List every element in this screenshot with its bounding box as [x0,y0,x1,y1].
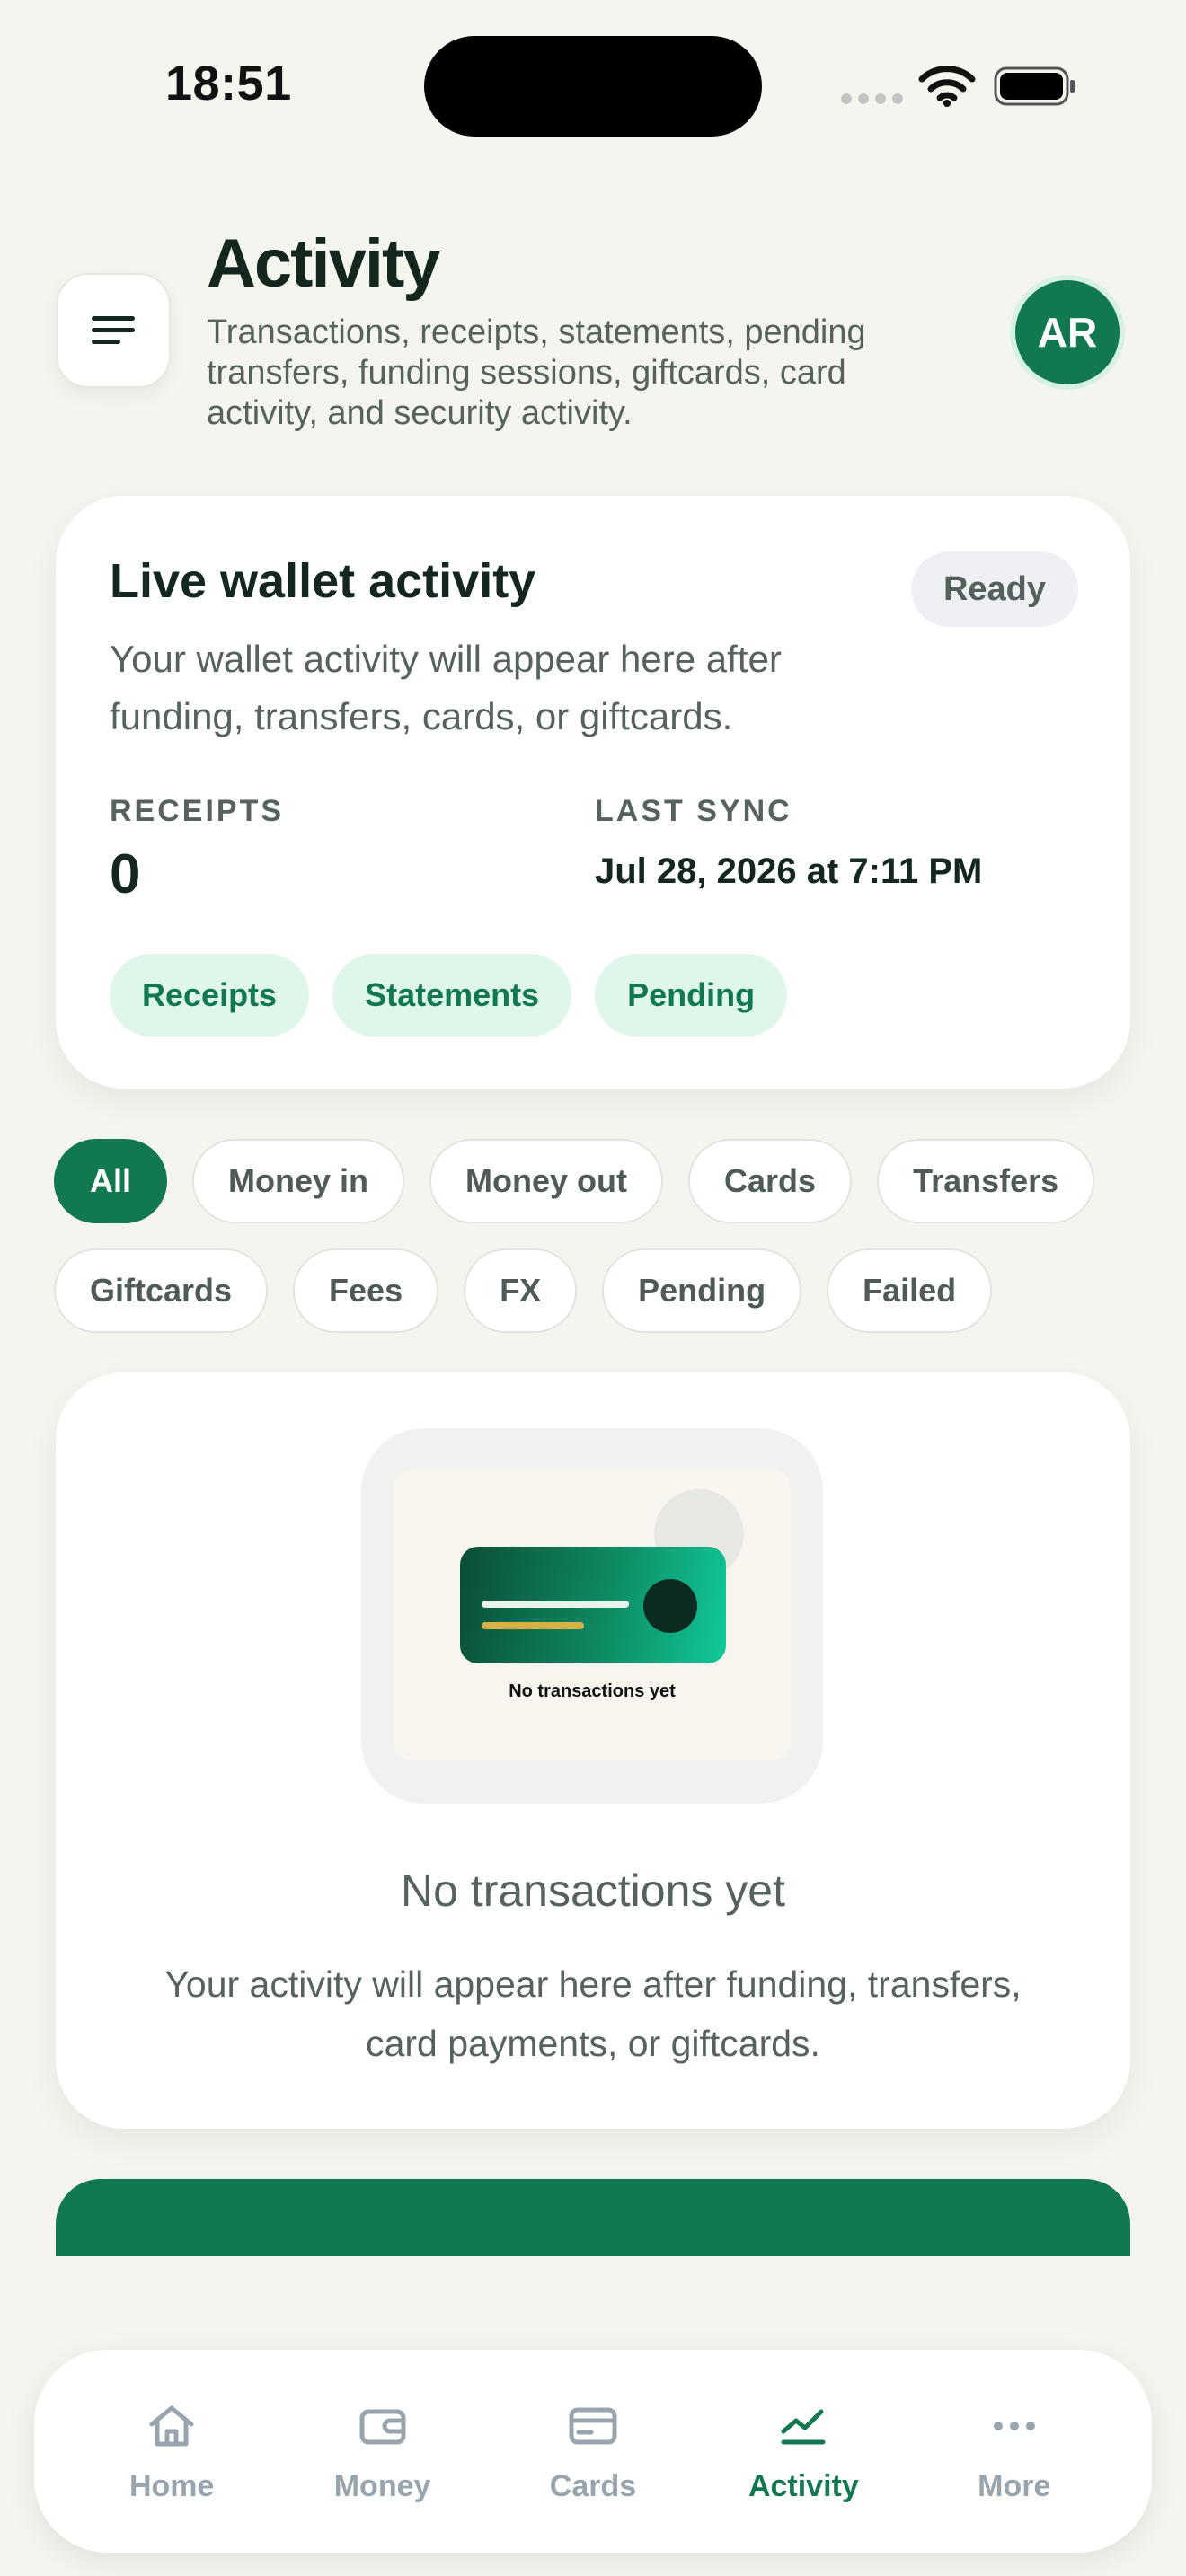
wallet-icon [356,2399,410,2453]
tab-label: Money [333,2468,431,2503]
filter-failed[interactable]: Failed [827,1248,993,1333]
illustration-panel: No transactions yet [394,1469,791,1760]
wifi-icon [918,66,976,107]
activity-icon [776,2399,830,2453]
filter-transfers[interactable]: Transfers [877,1139,1095,1223]
filter-giftcards[interactable]: Giftcards [54,1248,269,1333]
tab-bar: Home Money Cards Activity More [34,2350,1152,2553]
card-chip-icon [643,1579,697,1633]
filter-cards[interactable]: Cards [688,1139,853,1223]
scroll-clip: Open send money [0,2156,1186,2256]
empty-state-illustration: No transactions yet [361,1428,823,1804]
last-sync-value: Jul 28, 2026 at 7:11 PM [595,851,983,891]
last-sync-label: LAST SYNC [595,794,792,828]
tab-home[interactable]: Home [82,2399,261,2504]
wallet-quick-chips: Receipts Statements Pending [110,954,788,1037]
tab-cards[interactable]: Cards [503,2399,683,2504]
more-icon [987,2399,1041,2453]
filter-all[interactable]: All [54,1139,168,1223]
tab-label: Cards [549,2468,637,2503]
filter-row: All Money in Money out Cards Transfers [54,1139,1095,1223]
status-time: 18:51 [165,57,292,110]
card-illustration-icon [460,1547,726,1663]
receipts-label: RECEIPTS [110,794,285,828]
tab-label: More [978,2468,1051,2503]
wallet-activity-card: Live wallet activity Ready Your wallet a… [56,496,1130,1089]
pending-chip[interactable]: Pending [595,954,788,1037]
card-line [482,1601,629,1608]
empty-state-description: Your activity will appear here after fun… [164,1963,1022,2064]
open-send-money-button[interactable]: Open send money [56,2179,1130,2256]
tab-more[interactable]: More [925,2399,1104,2504]
illustration-caption: No transactions yet [509,1681,676,1701]
filter-fees[interactable]: Fees [293,1248,439,1333]
wallet-card-title: Live wallet activity [110,554,536,608]
page-title: Activity [207,225,441,302]
cellular-signal-icon [841,93,903,104]
statements-chip[interactable]: Statements [332,954,572,1037]
menu-button[interactable] [56,273,171,388]
hamburger-menu-icon [92,316,135,344]
wallet-card-description: Your wallet activity will appear here af… [110,638,782,737]
card-icon [566,2399,620,2453]
avatar[interactable]: AR [1010,275,1125,390]
filter-money-in[interactable]: Money in [192,1139,405,1223]
filter-row: Giftcards Fees FX Pending Failed [54,1248,993,1333]
page-subtitle: Transactions, receipts, statements, pend… [207,313,866,432]
tab-label: Home [128,2468,215,2503]
tab-label: Activity [748,2468,859,2503]
tab-money[interactable]: Money [293,2399,473,2504]
filter-pending[interactable]: Pending [602,1248,802,1333]
card-line-gold [482,1622,584,1629]
filter-money-out[interactable]: Money out [429,1139,664,1223]
status-badge: Ready [911,551,1078,627]
battery-icon [994,66,1075,106]
home-icon [145,2399,199,2453]
empty-state-title: No transactions yet [401,1866,785,1916]
filter-fx[interactable]: FX [464,1248,578,1333]
empty-state-card: No transactions yet No transactions yet … [56,1372,1130,2129]
receipts-chip[interactable]: Receipts [110,954,310,1037]
receipts-count: 0 [110,843,141,905]
dynamic-island [424,36,762,137]
tab-activity[interactable]: Activity [713,2399,893,2504]
